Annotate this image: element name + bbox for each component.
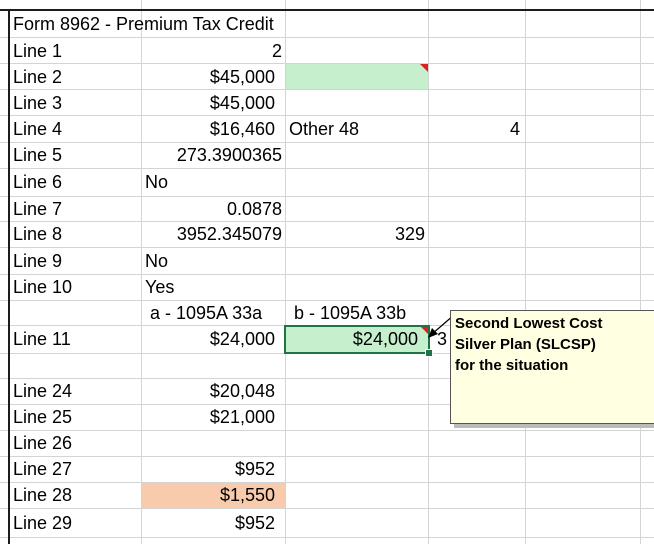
value-cell[interactable]: $45,000 bbox=[142, 93, 275, 113]
value-cell[interactable]: No bbox=[145, 251, 168, 271]
row-label[interactable]: Line 11 bbox=[13, 329, 71, 349]
sheet-title[interactable]: Form 8962 - Premium Tax Credit bbox=[13, 14, 274, 34]
row-label[interactable]: Line 25 bbox=[13, 407, 72, 427]
value-cell[interactable]: 2 bbox=[142, 41, 282, 61]
row-divider bbox=[0, 430, 654, 431]
row-label[interactable]: Line 26 bbox=[13, 433, 72, 453]
row-divider bbox=[0, 89, 654, 90]
row-label[interactable]: Line 10 bbox=[13, 277, 72, 297]
row-label[interactable]: Line 27 bbox=[13, 459, 72, 479]
row-label[interactable]: Line 9 bbox=[13, 251, 62, 271]
row-label[interactable]: Line 6 bbox=[13, 172, 62, 192]
value-cell[interactable]: 4 bbox=[430, 119, 520, 139]
column-divider bbox=[640, 0, 641, 544]
row-divider bbox=[0, 300, 654, 301]
row-label[interactable]: Line 7 bbox=[13, 199, 62, 219]
comment-line: for the situation bbox=[455, 357, 569, 374]
value-cell[interactable]: $21,000 bbox=[142, 407, 275, 427]
range-border-left bbox=[8, 9, 10, 544]
row-label[interactable]: Line 5 bbox=[13, 145, 62, 165]
value-cell[interactable]: 273.3900365 bbox=[142, 145, 282, 165]
spreadsheet-grid[interactable]: Form 8962 - Premium Tax Credit Line 1 Li… bbox=[0, 0, 654, 544]
value-cell[interactable]: 0.0878 bbox=[142, 199, 282, 219]
row-divider bbox=[0, 196, 654, 197]
row-divider bbox=[0, 221, 654, 222]
row-divider bbox=[0, 508, 654, 509]
row-divider bbox=[0, 142, 654, 143]
value-cell[interactable]: Other 48 bbox=[289, 119, 359, 139]
cell-fill-green bbox=[286, 64, 428, 89]
row-label[interactable]: Line 4 bbox=[13, 119, 62, 139]
value-cell[interactable]: $952 bbox=[142, 513, 275, 533]
row-label[interactable]: Line 28 bbox=[13, 485, 72, 505]
comment-indicator-icon[interactable] bbox=[420, 64, 428, 72]
row-divider bbox=[0, 168, 654, 169]
column-divider bbox=[428, 0, 429, 544]
row-label[interactable]: Line 24 bbox=[13, 381, 72, 401]
column-subheader[interactable]: b - 1095A 33b bbox=[294, 303, 406, 323]
cell-comment[interactable]: Second Lowest Cost Silver Plan (SLCSP) f… bbox=[450, 310, 654, 424]
row-label[interactable]: Line 8 bbox=[13, 224, 62, 244]
row-label[interactable]: Line 3 bbox=[13, 93, 62, 113]
column-divider bbox=[525, 0, 526, 544]
row-divider bbox=[0, 274, 654, 275]
comment-line: Second Lowest Cost bbox=[455, 315, 603, 332]
value-cell[interactable]: $24,000 bbox=[142, 329, 275, 349]
value-cell[interactable]: $20,048 bbox=[142, 381, 275, 401]
value-cell[interactable]: $45,000 bbox=[142, 67, 275, 87]
value-cell[interactable]: 329 bbox=[286, 224, 425, 244]
value-cell[interactable]: $952 bbox=[142, 459, 275, 479]
value-cell[interactable]: $16,460 bbox=[142, 119, 275, 139]
row-divider bbox=[0, 537, 654, 538]
value-cell[interactable]: $1,550 bbox=[142, 485, 275, 505]
row-divider bbox=[0, 456, 654, 457]
value-cell[interactable]: 3952.345079 bbox=[142, 224, 282, 244]
cell-selection[interactable] bbox=[284, 325, 430, 354]
column-subheader[interactable]: a - 1095A 33a bbox=[150, 303, 262, 323]
row-label[interactable]: Line 2 bbox=[13, 67, 62, 87]
row-label[interactable]: Line 1 bbox=[13, 41, 62, 61]
row-divider bbox=[0, 482, 654, 483]
range-border-top bbox=[0, 9, 654, 11]
fill-handle[interactable] bbox=[425, 349, 433, 357]
comment-line: Silver Plan (SLCSP) bbox=[455, 336, 596, 353]
row-divider bbox=[0, 115, 654, 116]
row-divider bbox=[0, 37, 654, 38]
row-divider bbox=[0, 247, 654, 248]
row-label[interactable]: Line 29 bbox=[13, 513, 72, 533]
value-cell[interactable]: Yes bbox=[145, 277, 174, 297]
value-cell[interactable]: No bbox=[145, 172, 168, 192]
